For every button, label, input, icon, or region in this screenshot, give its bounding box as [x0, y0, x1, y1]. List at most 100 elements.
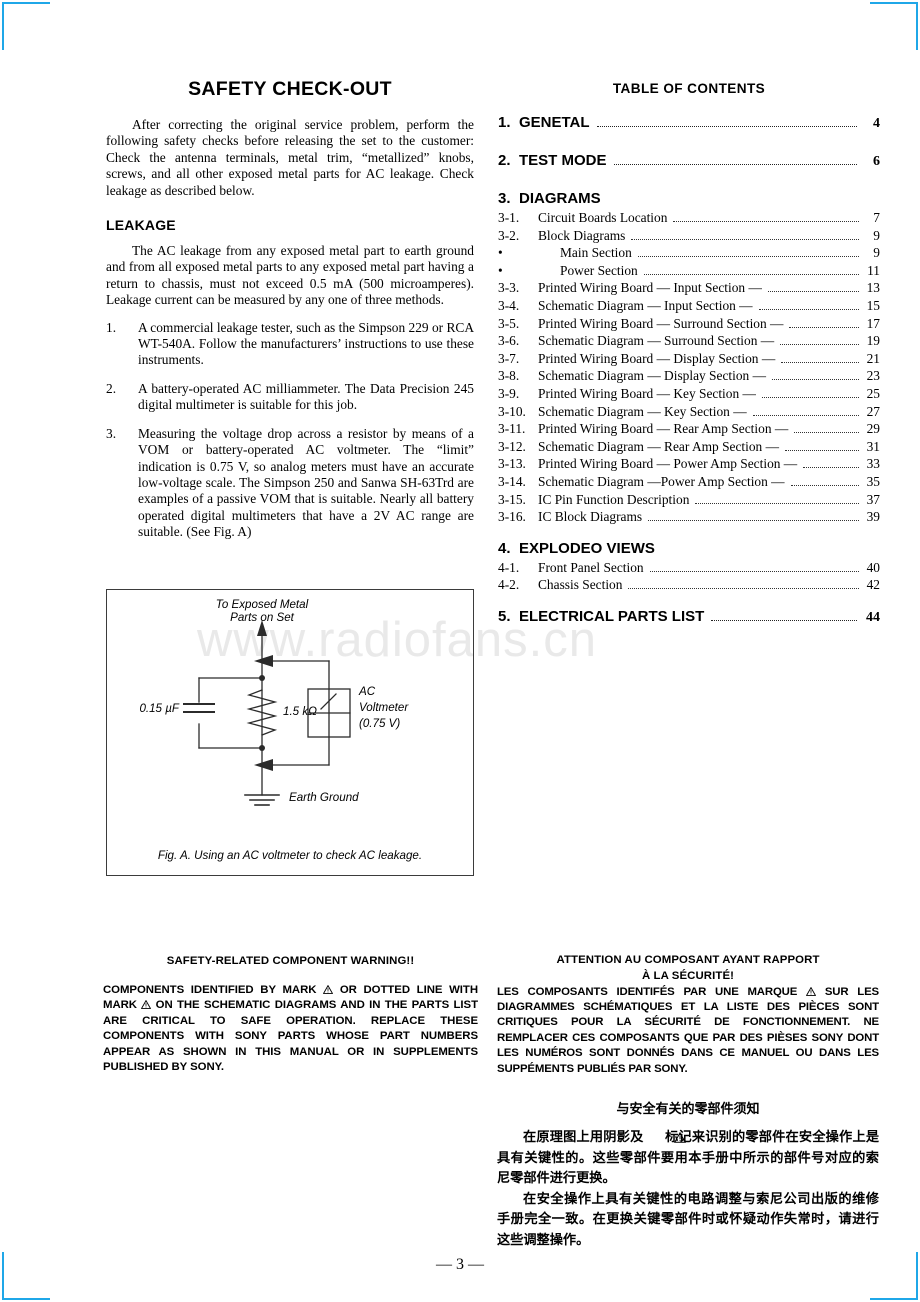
toc-subentry[interactable]: 3-3. Printed Wiring Board — Input Section… — [498, 279, 880, 297]
toc-subentry[interactable]: 3-10. Schematic Diagram — Key Section — 27 — [498, 403, 880, 421]
toc-subentry[interactable]: 3-15. IC Pin Function Description 37 — [498, 491, 880, 509]
toc-number: 3-5. — [498, 315, 520, 331]
toc-leader — [648, 520, 859, 522]
toc-page: 21 — [866, 350, 880, 366]
toc-subentry[interactable]: 3-1. Circuit Boards Location 7 — [498, 209, 880, 227]
list-item-number: 3. — [106, 425, 117, 441]
toc-label: Main Section — [560, 245, 632, 261]
list-item-text: Measuring the voltage drop across a resi… — [138, 425, 474, 540]
toc-label: Schematic Diagram — Input Section — — [538, 297, 753, 313]
toc-number: 3-9. — [498, 385, 520, 401]
toc-leader — [758, 308, 859, 310]
toc-page: 37 — [866, 491, 880, 507]
toc-page: 23 — [866, 368, 880, 384]
toc-page: 39 — [866, 509, 880, 525]
list-item-text: A commercial leakage tester, such as the… — [138, 319, 475, 368]
toc-label: Circuit Boards Location — [538, 210, 668, 225]
toc-entry-test-mode[interactable]: 2. TEST MODE 6 — [498, 152, 880, 170]
toc-leader — [794, 432, 859, 434]
toc-leader — [631, 238, 859, 240]
toc-label: Printed Wiring Board — Key Section — — [538, 385, 756, 401]
toc-entry-diagrams[interactable]: 3. DIAGRAMS — [498, 190, 880, 207]
list-item-number: 1. — [106, 319, 117, 335]
toc-subentry[interactable]: 3-4. Schematic Diagram — Input Section — 1… — [498, 297, 880, 315]
toc-number: 3-1. — [498, 210, 520, 225]
toc-page: 15 — [866, 297, 880, 313]
figure-a-box: To Exposed Metal Parts on Set 0.15 µF 1.… — [106, 589, 474, 876]
toc-page: 33 — [866, 456, 880, 472]
toc-subentry[interactable]: 3-8. Schematic Diagram — Display Section … — [498, 367, 880, 385]
toc-number: 4-1. — [498, 559, 520, 575]
toc-subentry[interactable]: 3-9. Printed Wiring Board — Key Section —… — [498, 385, 880, 403]
methods-list: 1. A commercial leakage tester, such as … — [106, 320, 474, 541]
toc-label: Power Section — [560, 262, 638, 278]
figure-caption: Fig. A. Using an AC voltmeter to check A… — [157, 849, 423, 862]
page-title: SAFETY CHECK-OUT — [188, 78, 392, 100]
warning-heading: SAFETY-RELATED COMPONENT WARNING!! — [166, 955, 415, 967]
toc-subentry[interactable]: 3-13. Printed Wiring Board — Power Amp Se… — [498, 455, 880, 473]
warning-text-part1: COMPONENTS IDENTIFIED BY MARK — [103, 984, 317, 996]
earth-ground-label: Earth Ground — [289, 791, 359, 804]
toc-subentry[interactable]: 3-16. IC Block Diagrams 39 — [498, 508, 880, 526]
toc-number: 3-12. — [498, 438, 526, 454]
warning-heading-line1: ATTENTION AU COMPOSANT AYANT RAPPORT — [556, 954, 820, 966]
toc-page: 4 — [873, 116, 880, 131]
warning-text-part2: SUR LES DIAGRAMMES SCHÉMATIQUES ET LA LI… — [497, 985, 879, 1075]
toc-entry-general[interactable]: 1. GENETAL 4 — [498, 114, 880, 132]
toc-label: Schematic Diagram — Surround Section — — [538, 333, 775, 349]
toc-page: 31 — [866, 438, 880, 454]
page-number: — 3 — — [436, 1256, 484, 1273]
toc-label: Schematic Diagram — Display Section — — [538, 368, 766, 384]
toc-page: 27 — [866, 403, 880, 419]
toc-diagram-list: 3-1. Circuit Boards Location 7 3-2. Block D… — [498, 209, 880, 526]
toc-number: 3-11. — [498, 421, 526, 437]
toc-leader — [673, 221, 859, 222]
toc-subentry[interactable]: • Main Section 9 — [498, 244, 880, 262]
toc-label: Chassis Section — [538, 577, 623, 593]
toc-subentry[interactable]: 4-2. Chassis Section 42 — [498, 576, 880, 594]
toc-subentry[interactable]: • Power Section 11 — [498, 262, 880, 280]
list-item-number: 2. — [106, 380, 117, 396]
toc-subentry[interactable]: 3-2. Block Diagrams 9 — [498, 227, 880, 245]
toc-number: 3. — [498, 190, 511, 207]
toc-label: Printed Wiring Board — Input Section — — [538, 280, 762, 296]
toc-leader — [767, 291, 859, 293]
toc-label: TEST MODE — [519, 152, 607, 169]
warning-heading: 与安全有关的零部件须知 — [616, 1102, 760, 1117]
toc-page: 42 — [866, 577, 880, 593]
figure-top-label-line2: Parts on Set — [230, 611, 295, 624]
toc-entry-exploded-views[interactable]: 4. EXPLODEO VIEWS — [498, 540, 880, 557]
capacitor-value-label: 0.15 µF — [139, 702, 179, 715]
warning-paragraph-1: 在原理图上用阴影及 标记来识别的零部件在安全操作上是具有关键性的。这些零部件要用… — [497, 1128, 879, 1190]
toc-number: 4-2. — [498, 577, 520, 593]
left-column: SAFETY CHECK-OUT After correcting the or… — [106, 78, 474, 553]
meter-label-line2: Voltmeter — [359, 701, 409, 714]
toc-subentry[interactable]: 3-12. Schematic Diagram — Rear Amp Sectio… — [498, 438, 880, 456]
toc-leader — [789, 326, 859, 328]
toc-leader — [637, 256, 859, 258]
toc-leader — [803, 467, 859, 469]
meter-label-line3: (0.75 V) — [359, 717, 400, 730]
toc-label: Printed Wiring Board — Power Amp Section… — [538, 456, 798, 472]
leakage-heading: LEAKAGE — [106, 217, 176, 234]
toc-leader — [761, 396, 859, 398]
toc-page: 40 — [866, 559, 880, 575]
intro-paragraph: After correcting the original service pr… — [106, 117, 474, 198]
toc-subentry[interactable]: 3-7. Printed Wiring Board — Display Secti… — [498, 350, 880, 368]
toc-subentry[interactable]: 3-5. Printed Wiring Board — Surround Sect… — [498, 315, 880, 333]
toc-subentry[interactable]: 3-11. Printed Wiring Board — Rear Amp Sec… — [498, 420, 880, 438]
toc-page: 35 — [866, 473, 880, 489]
toc-leader — [649, 570, 859, 572]
toc-subentry[interactable]: 4-1. Front Panel Section 40 — [498, 559, 880, 577]
warning-triangle-icon — [141, 999, 152, 1010]
toc-subentry[interactable]: 3-14. Schematic Diagram —Power Amp Sectio… — [498, 473, 880, 491]
toc-entry-electrical-parts-list[interactable]: 5. ELECTRICAL PARTS LIST 44 — [498, 608, 880, 626]
list-item: 1. A commercial leakage tester, such as … — [106, 320, 474, 369]
safety-warning-chinese: 与安全有关的零部件须知 在原理图上用阴影及 标记来识别的零部件在安全操作上是具有… — [497, 1098, 879, 1251]
toc-number: 1. — [498, 114, 511, 131]
toc-subentry[interactable]: 3-6. Schematic Diagram — Surround Section… — [498, 332, 880, 350]
toc-leader — [711, 619, 857, 621]
list-item: 3. Measuring the voltage drop across a r… — [106, 426, 474, 541]
